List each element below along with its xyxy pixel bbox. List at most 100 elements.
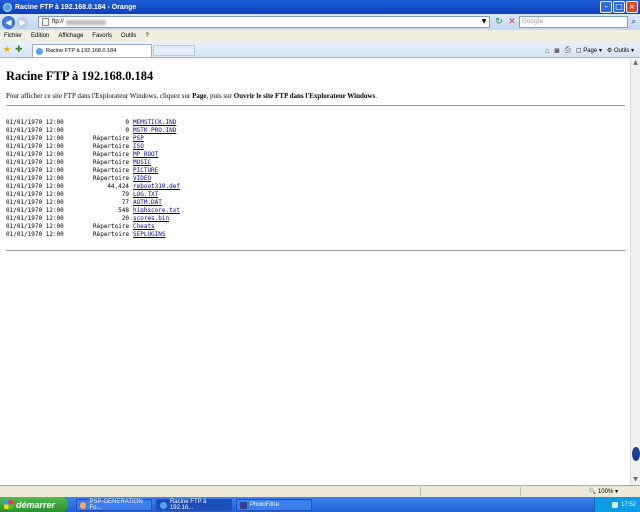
entry-link[interactable]: PSP	[133, 135, 144, 143]
taskbar-item-ftp-root[interactable]: Racine FTP à 192.16...	[156, 499, 232, 511]
entry-date: 01/01/1970 12:00	[6, 191, 64, 198]
taskbar: démarrer PSP-GENERATION Fo... Racine FTP…	[0, 497, 640, 512]
add-favorite-icon[interactable]: ✚	[15, 45, 23, 55]
entry-link[interactable]: MSTK_PRO.IND	[133, 127, 176, 135]
address-bar[interactable]: ftp:// ▼	[38, 16, 490, 28]
entry-date: 01/01/1970 12:00	[6, 231, 64, 238]
menu-help[interactable]: ?	[145, 33, 148, 39]
entry-date: 01/01/1970 12:00	[6, 159, 64, 166]
feeds-icon[interactable]: ◙	[555, 46, 560, 55]
entry-size: Répertoire	[93, 223, 130, 230]
entry-link[interactable]: LOG.TXT	[133, 191, 158, 199]
listing-row: 01/01/1970 12:00 Répertoire SEPLUGINS	[6, 231, 180, 239]
address-dropdown-icon[interactable]: ▼	[480, 18, 488, 26]
search-input[interactable]: Google ⌕	[519, 16, 636, 28]
photofiltre-icon	[240, 501, 247, 509]
menu-view[interactable]: Affichage	[58, 33, 83, 39]
listing-row: 01/01/1970 12:00 0 MEMSTICK.IND	[6, 119, 180, 127]
scroll-handle[interactable]	[632, 447, 640, 461]
entry-size: Répertoire	[93, 151, 130, 158]
scroll-up-icon[interactable]: ▲	[631, 59, 640, 68]
entry-size: Répertoire	[93, 175, 130, 182]
close-button[interactable]: ×	[626, 1, 638, 13]
status-separator	[420, 487, 421, 496]
entry-link[interactable]: highscore.txt	[133, 207, 180, 215]
entry-size: 20	[121, 215, 129, 222]
search-placeholder: Google	[522, 18, 544, 25]
entry-size: Répertoire	[93, 167, 130, 174]
maximize-button[interactable]: □	[613, 1, 625, 13]
entry-link[interactable]: VIDEO	[133, 175, 151, 183]
entry-date: 01/01/1970 12:00	[6, 143, 64, 150]
scroll-down-icon[interactable]: ▼	[631, 476, 640, 485]
menu-favorites[interactable]: Favoris	[92, 33, 112, 39]
menu-tools[interactable]: Outils	[121, 33, 136, 39]
firefox-icon	[80, 501, 87, 509]
ie-icon	[160, 501, 167, 509]
entry-link[interactable]: AOTM.DAT	[133, 199, 162, 207]
menu-bar: Fichier Edition Affichage Favoris Outils…	[0, 30, 640, 42]
forward-button[interactable]: ▶	[17, 16, 28, 28]
command-bar: ⌂ ◙ ⎙ ▢ Page ▾ ⚙ Outils ▾	[545, 45, 634, 55]
info-page-word: Page	[192, 92, 207, 100]
entry-size: 79	[121, 191, 129, 198]
tab-page-icon	[36, 47, 43, 55]
listing-row: 01/01/1970 12:00 Répertoire PICTURE	[6, 167, 180, 175]
redacted-address	[65, 19, 106, 25]
listing-row: 01/01/1970 12:00 79 LOG.TXT	[6, 191, 180, 199]
listing-row: 01/01/1970 12:00 Répertoire ISO	[6, 143, 180, 151]
minimize-button[interactable]: –	[600, 1, 612, 13]
ftp-info-text: Pour afficher ce site FTP dans l'Explora…	[6, 92, 377, 100]
window-controls: – □ ×	[600, 1, 638, 13]
home-icon[interactable]: ⌂	[545, 46, 550, 55]
entry-link[interactable]: MEMSTICK.IND	[133, 119, 176, 127]
refresh-icon[interactable]: ↻	[493, 16, 505, 28]
stop-icon[interactable]: ✕	[506, 16, 518, 28]
entry-link[interactable]: SEPLUGINS	[133, 231, 166, 239]
menu-file[interactable]: Fichier	[4, 33, 22, 39]
listing-row: 01/01/1970 12:00 Répertoire Cheats	[6, 223, 180, 231]
window-title: Racine FTP à 192.168.0.184 - Orange	[15, 3, 137, 11]
entry-date: 01/01/1970 12:00	[6, 151, 64, 158]
entry-date: 01/01/1970 12:00	[6, 127, 64, 134]
entry-link[interactable]: MP_ROOT	[133, 151, 158, 159]
entry-size: 548	[118, 207, 129, 214]
listing-row: 01/01/1970 12:00 548 highscore.txt	[6, 207, 180, 215]
favorites-star-icon[interactable]: ★	[3, 45, 11, 55]
back-button[interactable]: ◀	[2, 15, 15, 29]
entry-size: 0	[125, 119, 129, 126]
tools-menu-button[interactable]: ⚙ Outils ▾	[607, 47, 634, 54]
entry-link[interactable]: MUSIC	[133, 159, 151, 167]
windows-logo-icon	[4, 500, 13, 509]
entry-link[interactable]: Cheats	[133, 223, 155, 231]
start-button[interactable]: démarrer	[0, 497, 68, 512]
search-icon[interactable]: ⌕	[632, 17, 636, 27]
entry-date: 01/01/1970 12:00	[6, 215, 64, 222]
tab-ftp-root[interactable]: Racine FTP à 192.168.0.184	[32, 44, 152, 57]
entry-link[interactable]: ISO	[133, 143, 144, 151]
entry-size: Répertoire	[93, 135, 130, 142]
entry-date: 01/01/1970 12:00	[6, 199, 64, 206]
entry-date: 01/01/1970 12:00	[6, 175, 64, 182]
new-tab-button[interactable]	[153, 45, 195, 56]
entry-link[interactable]: scores.bin	[133, 215, 169, 223]
listing-row: 01/01/1970 12:00 Répertoire MUSIC	[6, 159, 180, 167]
tray-icon[interactable]	[611, 501, 618, 508]
entry-date: 01/01/1970 12:00	[6, 223, 64, 230]
entry-size: 0	[125, 127, 129, 134]
entry-size: Répertoire	[93, 159, 130, 166]
page-menu-button[interactable]: ▢ Page ▾	[576, 47, 602, 54]
listing-row: 01/01/1970 12:00 77 AOTM.DAT	[6, 199, 180, 207]
entry-date: 01/01/1970 12:00	[6, 183, 64, 190]
zoom-level[interactable]: 🔍 100% ▾	[589, 488, 618, 495]
entry-size: Répertoire	[93, 231, 130, 238]
menu-edit[interactable]: Edition	[31, 33, 49, 39]
print-icon[interactable]: ⎙	[564, 45, 570, 55]
entry-link[interactable]: reboot310.def	[133, 183, 180, 191]
entry-size: Répertoire	[93, 143, 130, 150]
taskbar-item-photofiltre[interactable]: PhotoFiltre	[236, 499, 312, 511]
vertical-scrollbar[interactable]: ▲ ▼	[630, 59, 640, 485]
tab-label: Racine FTP à 192.168.0.184	[46, 48, 117, 54]
taskbar-item-psp-generation[interactable]: PSP-GENERATION Fo...	[76, 499, 152, 511]
entry-link[interactable]: PICTURE	[133, 167, 158, 175]
